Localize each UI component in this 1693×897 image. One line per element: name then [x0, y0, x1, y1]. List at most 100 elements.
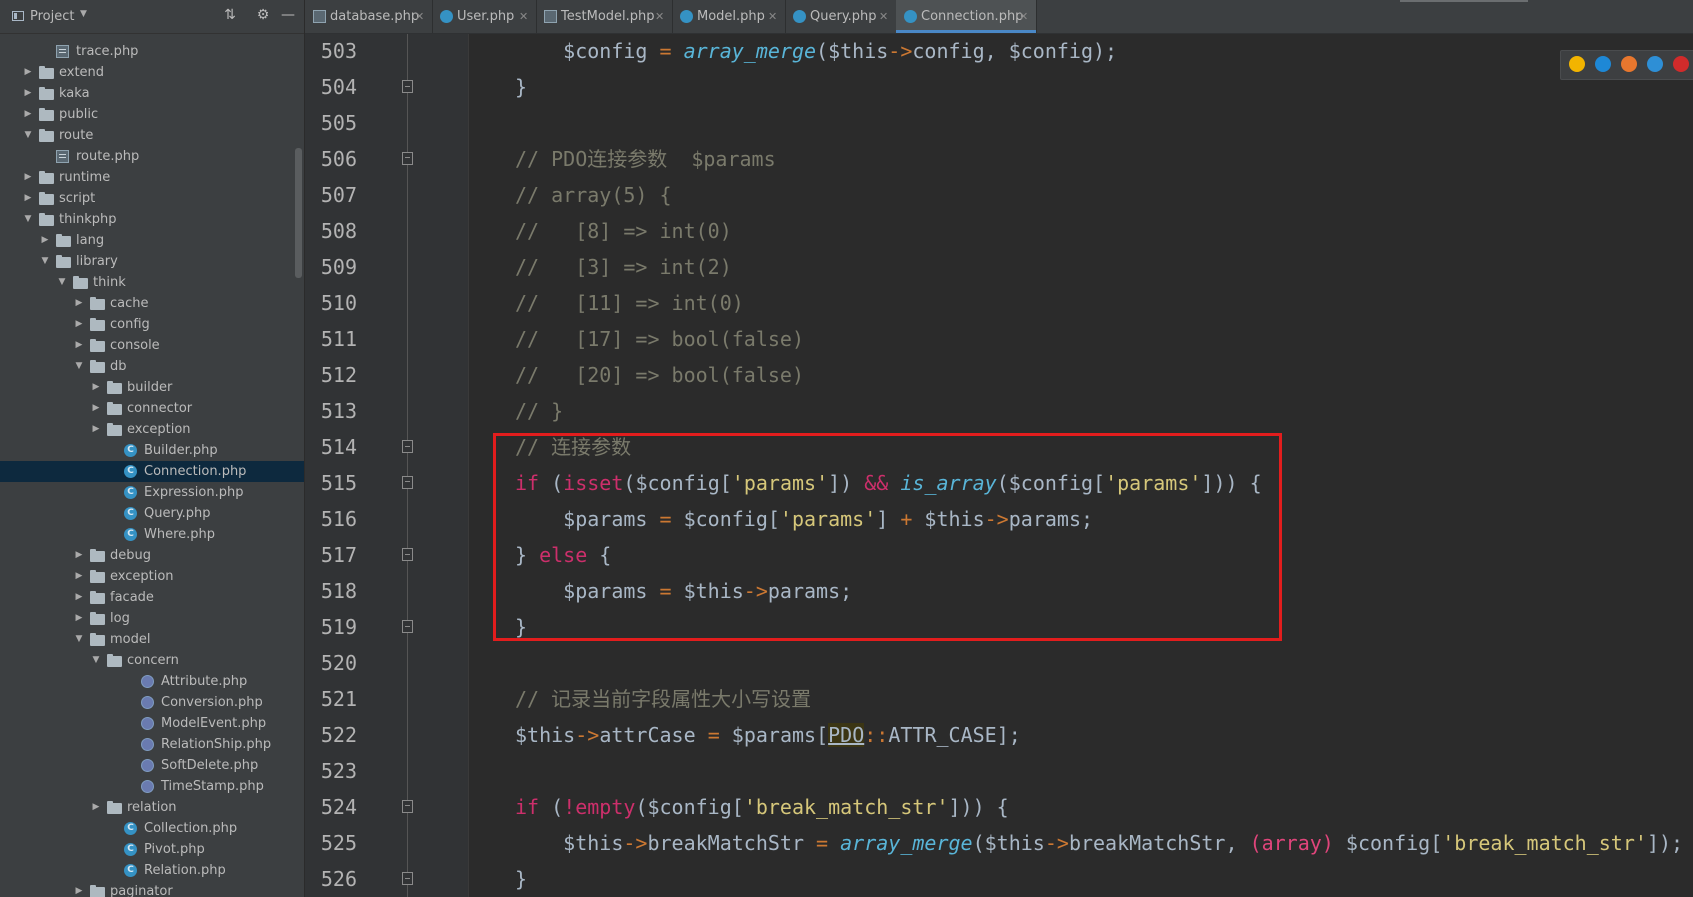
- chrome-icon[interactable]: [1569, 56, 1585, 72]
- tree-file[interactable]: C Connection.php: [0, 461, 304, 482]
- expand-arrow-icon[interactable]: ▼: [40, 251, 50, 272]
- collapse-arrow-icon[interactable]: ▶: [23, 104, 33, 125]
- tree-folder[interactable]: ▶ relation: [0, 797, 304, 818]
- collapse-arrow-icon[interactable]: ▶: [40, 230, 50, 251]
- opera-icon[interactable]: [1673, 56, 1689, 72]
- tree-folder[interactable]: ▶ cache: [0, 293, 304, 314]
- tree-folder[interactable]: ▶ script: [0, 188, 304, 209]
- tree-file[interactable]: Attribute.php: [0, 671, 304, 692]
- firefox-icon[interactable]: [1621, 56, 1637, 72]
- tree-folder[interactable]: ▼ concern: [0, 650, 304, 671]
- tree-file[interactable]: C Builder.php: [0, 440, 304, 461]
- editor-tab[interactable]: database.php ✕: [305, 0, 433, 33]
- fold-marker-icon[interactable]: [402, 80, 413, 93]
- collapse-arrow-icon[interactable]: ▶: [74, 293, 84, 314]
- code-line[interactable]: $this->attrCase = $params[PDO::ATTR_CASE…: [515, 717, 1021, 753]
- code-line[interactable]: $this->breakMatchStr = array_merge($this…: [515, 825, 1683, 861]
- tree-file[interactable]: Conversion.php: [0, 692, 304, 713]
- collapse-arrow-icon[interactable]: ▶: [23, 167, 33, 188]
- collapse-arrow-icon[interactable]: ▶: [91, 419, 101, 440]
- code-line[interactable]: // PDO连接参数 $params: [515, 141, 776, 177]
- code-line[interactable]: }: [515, 69, 527, 105]
- tree-folder[interactable]: ▶ exception: [0, 419, 304, 440]
- code-line[interactable]: } else {: [515, 537, 611, 573]
- collapse-arrow-icon[interactable]: ▶: [74, 587, 84, 608]
- code-line[interactable]: // }: [515, 393, 563, 429]
- code-line[interactable]: $params = $config['params'] + $this->par…: [515, 501, 1093, 537]
- code-line[interactable]: $params = $this->params;: [515, 573, 852, 609]
- chevron-down-icon[interactable]: ▼: [80, 9, 87, 19]
- editor-tab[interactable]: Connection.php ✕: [896, 0, 1037, 33]
- code-line[interactable]: // 记录当前字段属性大小写设置: [515, 681, 811, 717]
- code-line[interactable]: // [8] => int(0): [515, 213, 732, 249]
- tree-folder[interactable]: ▶ extend: [0, 62, 304, 83]
- tree-folder[interactable]: ▶ exception: [0, 566, 304, 587]
- tree-file[interactable]: ModelEvent.php: [0, 713, 304, 734]
- collapse-arrow-icon[interactable]: ▶: [74, 314, 84, 335]
- collapse-arrow-icon[interactable]: ▶: [74, 608, 84, 629]
- close-icon[interactable]: ✕: [655, 0, 664, 33]
- tree-file[interactable]: RelationShip.php: [0, 734, 304, 755]
- collapse-arrow-icon[interactable]: ▶: [91, 797, 101, 818]
- collapse-arrow-icon[interactable]: ▶: [23, 62, 33, 83]
- fold-marker-icon[interactable]: [402, 800, 413, 813]
- close-icon[interactable]: ✕: [519, 0, 528, 33]
- tree-folder[interactable]: ▶ console: [0, 335, 304, 356]
- expand-arrow-icon[interactable]: ▼: [74, 629, 84, 650]
- fold-marker-icon[interactable]: [402, 872, 413, 885]
- code-line[interactable]: // array(5) {: [515, 177, 672, 213]
- tree-folder[interactable]: ▼ thinkphp: [0, 209, 304, 230]
- tree-file[interactable]: C Expression.php: [0, 482, 304, 503]
- code-line[interactable]: }: [515, 861, 527, 897]
- code-line[interactable]: }: [515, 609, 527, 645]
- tree-file[interactable]: TimeStamp.php: [0, 776, 304, 797]
- code-line[interactable]: $config = array_merge($this->config, $co…: [515, 34, 1117, 69]
- tree-folder[interactable]: ▶ config: [0, 314, 304, 335]
- close-icon[interactable]: ✕: [768, 0, 777, 33]
- editor-tab[interactable]: Query.php ✕: [785, 0, 897, 33]
- tree-file[interactable]: C Query.php: [0, 503, 304, 524]
- close-icon[interactable]: ✕: [879, 0, 888, 33]
- tree-folder[interactable]: ▼ route: [0, 125, 304, 146]
- tree-folder[interactable]: ▶ facade: [0, 587, 304, 608]
- fold-marker-icon[interactable]: [402, 620, 413, 633]
- tree-file[interactable]: route.php: [0, 146, 304, 167]
- tree-file[interactable]: C Pivot.php: [0, 839, 304, 860]
- sidebar-scrollbar[interactable]: [295, 148, 302, 278]
- expand-arrow-icon[interactable]: ▼: [23, 125, 33, 146]
- collapse-arrow-icon[interactable]: ▶: [91, 398, 101, 419]
- edge-icon[interactable]: [1595, 56, 1611, 72]
- collapse-arrow-icon[interactable]: ▶: [74, 545, 84, 566]
- project-panel-title[interactable]: Project: [30, 9, 74, 24]
- collapse-arrow-icon[interactable]: ▶: [23, 188, 33, 209]
- tree-file[interactable]: C Collection.php: [0, 818, 304, 839]
- fold-marker-icon[interactable]: [402, 152, 413, 165]
- collapse-arrow-icon[interactable]: ▶: [91, 377, 101, 398]
- tree-folder[interactable]: ▼ model: [0, 629, 304, 650]
- minimize-icon[interactable]: —: [279, 7, 297, 23]
- tree-folder[interactable]: ▶ runtime: [0, 167, 304, 188]
- code-line[interactable]: // [20] => bool(false): [515, 357, 804, 393]
- code-line[interactable]: // [11] => int(0): [515, 285, 744, 321]
- tree-file[interactable]: SoftDelete.php: [0, 755, 304, 776]
- tree-folder[interactable]: ▼ db: [0, 356, 304, 377]
- code-line[interactable]: if (isset($config['params']) && is_array…: [515, 465, 1262, 501]
- tree-file[interactable]: trace.php: [0, 41, 304, 62]
- tree-folder[interactable]: ▶ debug: [0, 545, 304, 566]
- expand-arrow-icon[interactable]: ▼: [91, 650, 101, 671]
- tree-file[interactable]: C Where.php: [0, 524, 304, 545]
- tree-folder[interactable]: ▼ think: [0, 272, 304, 293]
- editor-tab[interactable]: Model.php ✕: [672, 0, 786, 33]
- fold-marker-icon[interactable]: [402, 548, 413, 561]
- collapse-all-icon[interactable]: ⇅: [221, 7, 239, 23]
- collapse-arrow-icon[interactable]: ▶: [74, 335, 84, 356]
- tree-folder[interactable]: ▶ connector: [0, 398, 304, 419]
- tree-file[interactable]: C Relation.php: [0, 860, 304, 881]
- fold-marker-icon[interactable]: [402, 476, 413, 489]
- editor-tab[interactable]: User.php ✕: [432, 0, 537, 33]
- close-icon[interactable]: ✕: [1019, 0, 1028, 33]
- fold-marker-icon[interactable]: [402, 440, 413, 453]
- editor-tab[interactable]: TestModel.php ✕: [536, 0, 673, 33]
- code-line[interactable]: // [3] => int(2): [515, 249, 732, 285]
- safari-icon[interactable]: [1647, 56, 1663, 72]
